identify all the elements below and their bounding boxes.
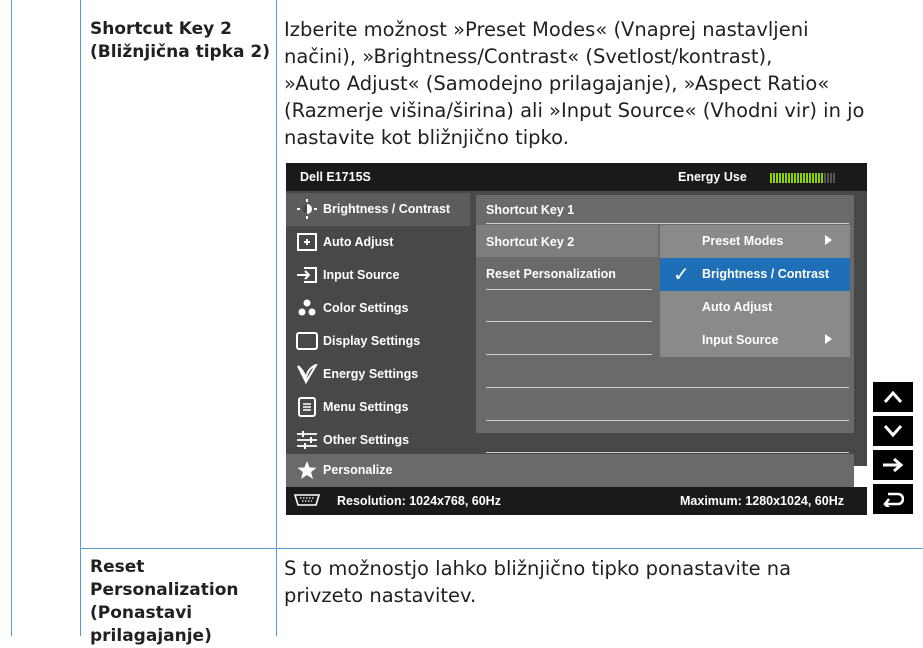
star-icon [297, 461, 317, 479]
osd-menu-label: Other Settings [323, 433, 410, 447]
up-arrow-icon[interactable] [873, 382, 913, 412]
energy-bar-segment [779, 173, 781, 183]
footer-resolution: Resolution: 1024x768, 60Hz [337, 494, 501, 508]
energy-bar-segment [782, 173, 784, 183]
vga-connector-icon [294, 494, 320, 506]
energy-use-meter [770, 172, 858, 183]
energy-bar-segment [797, 173, 799, 183]
energy-bar-segment [824, 173, 826, 183]
osd-menu-label: Energy Settings [323, 367, 419, 381]
energy-bar-segment [821, 173, 823, 183]
energy-bar-segment [818, 173, 820, 183]
menu-settings-icon [298, 397, 316, 417]
table-border-col1 [80, 0, 81, 636]
right-arrow-icon[interactable] [873, 450, 913, 480]
energy-bar-segment [791, 173, 793, 183]
auto-adjust-icon [297, 233, 317, 251]
row-description-shortcut-key-2: Izberite možnost »Preset Modes« (Vnaprej… [284, 18, 865, 149]
osd-menu-label: Menu Settings [323, 400, 409, 414]
row-description-reset-personalization: S to možnostjo lahko bližnjično tipko po… [284, 557, 792, 607]
energy-bar-segment [770, 173, 772, 183]
osd-menu-label: Personalize [323, 463, 393, 477]
display-settings-icon [296, 332, 318, 350]
osd-menu-brightness-contrast[interactable]: Brightness / Contrast [286, 193, 470, 226]
osd-menu-other-settings[interactable]: Other Settings [286, 424, 470, 457]
energy-bar-segment [773, 173, 775, 183]
row-divider [80, 548, 923, 549]
input-source-icon [297, 267, 317, 283]
energy-bar-segment [812, 173, 814, 183]
energy-settings-icon [297, 364, 318, 384]
energy-bar-segment [788, 173, 790, 183]
osd-footer: Resolution: 1024x768, 60Hz Maximum: 1280… [286, 487, 867, 515]
osd-menu-screenshot: Dell E1715S Energy Use Brightness / Cont… [286, 163, 867, 466]
energy-bar-segment [806, 173, 808, 183]
other-settings-icon [297, 431, 317, 449]
row-title-reset-personalization: Reset Personalization (Ponastavi prilaga… [90, 557, 239, 646]
footer-maximum-resolution: Maximum: 1280x1024, 60Hz [680, 494, 844, 508]
energy-bar-segment [815, 173, 817, 183]
energy-bar-segment [800, 173, 802, 183]
osd-model-name: Dell E1715S [300, 170, 371, 184]
osd-menu-label: Display Settings [323, 334, 421, 348]
osd-menu-label: Auto Adjust [323, 235, 394, 249]
energy-bar-segment [803, 173, 805, 183]
energy-use-label: Energy Use [678, 170, 747, 184]
osd-header: Dell E1715S Energy Use [286, 163, 867, 191]
energy-bar-segment [833, 173, 835, 183]
osd-content-panel [476, 195, 854, 433]
energy-bar-segment [785, 173, 787, 183]
osd-menu-label: Color Settings [323, 301, 409, 315]
table-border-col2 [276, 0, 277, 636]
energy-bar-segment [827, 173, 829, 183]
down-arrow-icon[interactable] [873, 416, 913, 446]
color-settings-icon [298, 299, 316, 316]
energy-bar-segment [830, 173, 832, 183]
energy-bar-segment [794, 173, 796, 183]
osd-menu-label: Input Source [323, 268, 400, 282]
osd-menu-energy-settings[interactable]: Energy Settings [286, 358, 470, 391]
energy-bar-segment [809, 173, 811, 183]
table-border-left [11, 0, 12, 636]
row-title-shortcut-key-2: Shortcut Key 2 (Bližnjična tipka 2) [90, 19, 271, 62]
osd-menu-label: Brightness / Contrast [323, 202, 451, 216]
brightness-icon [297, 199, 317, 219]
osd-menu-color-settings[interactable]: Color Settings [286, 292, 470, 325]
osd-menu-auto-adjust[interactable]: Auto Adjust [286, 226, 470, 259]
osd-menu-input-source[interactable]: Input Source [286, 259, 470, 292]
back-icon[interactable] [873, 484, 913, 514]
osd-personalize-row[interactable]: Personalize [286, 454, 854, 487]
osd-menu-display-settings[interactable]: Display Settings [286, 325, 470, 358]
osd-menu-menu-settings[interactable]: Menu Settings [286, 391, 470, 424]
energy-bar-segment [776, 173, 778, 183]
